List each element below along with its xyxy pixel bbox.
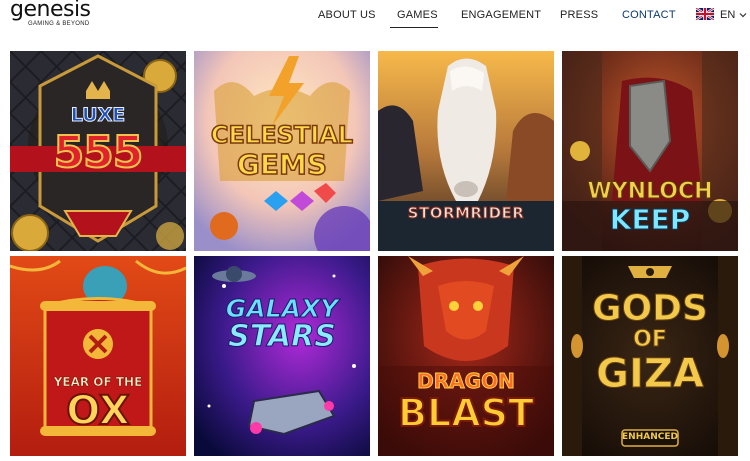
chevron-down-icon [739,13,747,18]
game-title-line2: 555 [53,127,145,178]
active-nav-indicator [390,27,438,28]
nav-press[interactable]: PRESS [560,9,598,21]
game-title-line1: WYNLOCH [587,179,713,204]
game-title-line1: CELESTIAL [210,121,354,149]
game-tile-gods-of-giza[interactable]: GODS OF GIZA ENHANCED [562,256,738,456]
nav-contact[interactable]: CONTACT [622,9,676,21]
game-title-line2: GEMS [236,148,328,181]
logo-wordmark: genesis [10,0,91,22]
game-title: STORMRIDER [407,204,525,222]
game-title-line1: DRAGON [417,369,516,393]
game-tile-wynloch-keep[interactable]: WYNLOCH KEEP [562,51,738,251]
logo-tagline: GAMING & BEYOND [28,21,90,27]
game-title-line2: OX [65,388,130,434]
uk-flag-icon [696,8,714,20]
game-title-line2: STARS [228,319,337,354]
site-header: genesis GAMING & BEYOND ABOUT US GAMES E… [0,0,750,40]
nav-about-us[interactable]: ABOUT US [318,9,376,21]
nav-engagement[interactable]: ENGAGEMENT [461,9,541,21]
game-title-line1: GODS [592,288,709,329]
game-tile-luxe-555[interactable]: LUXE 555 [10,51,186,251]
game-title-line3: GIZA [596,351,705,397]
game-tile-stormrider[interactable]: STORMRIDER [378,51,554,251]
game-title-line2: BLAST [397,391,535,435]
game-tile-year-of-the-ox[interactable]: YEAR OF THE OX [10,256,186,456]
game-title-line2: KEEP [609,203,691,236]
game-title-line2: OF [633,327,668,352]
game-title-line1: YEAR OF THE [53,375,143,389]
nav-games[interactable]: GAMES [397,9,438,21]
game-title-line1: GALAXY [225,294,339,323]
game-tile-dragon-blast[interactable]: DRAGON BLAST [378,256,554,456]
language-label: EN [720,9,736,21]
game-title-line1: LUXE [70,104,126,126]
game-tile-celestial-gems[interactable]: CELESTIAL GEMS [194,51,370,251]
galaxy-stars-artwork [194,256,370,456]
game-title-edition: ENHANCED [622,432,678,442]
game-tile-galaxy-stars[interactable]: GALAXY STARS [194,256,370,456]
genesis-logo[interactable]: genesis GAMING & BEYOND [10,0,110,32]
